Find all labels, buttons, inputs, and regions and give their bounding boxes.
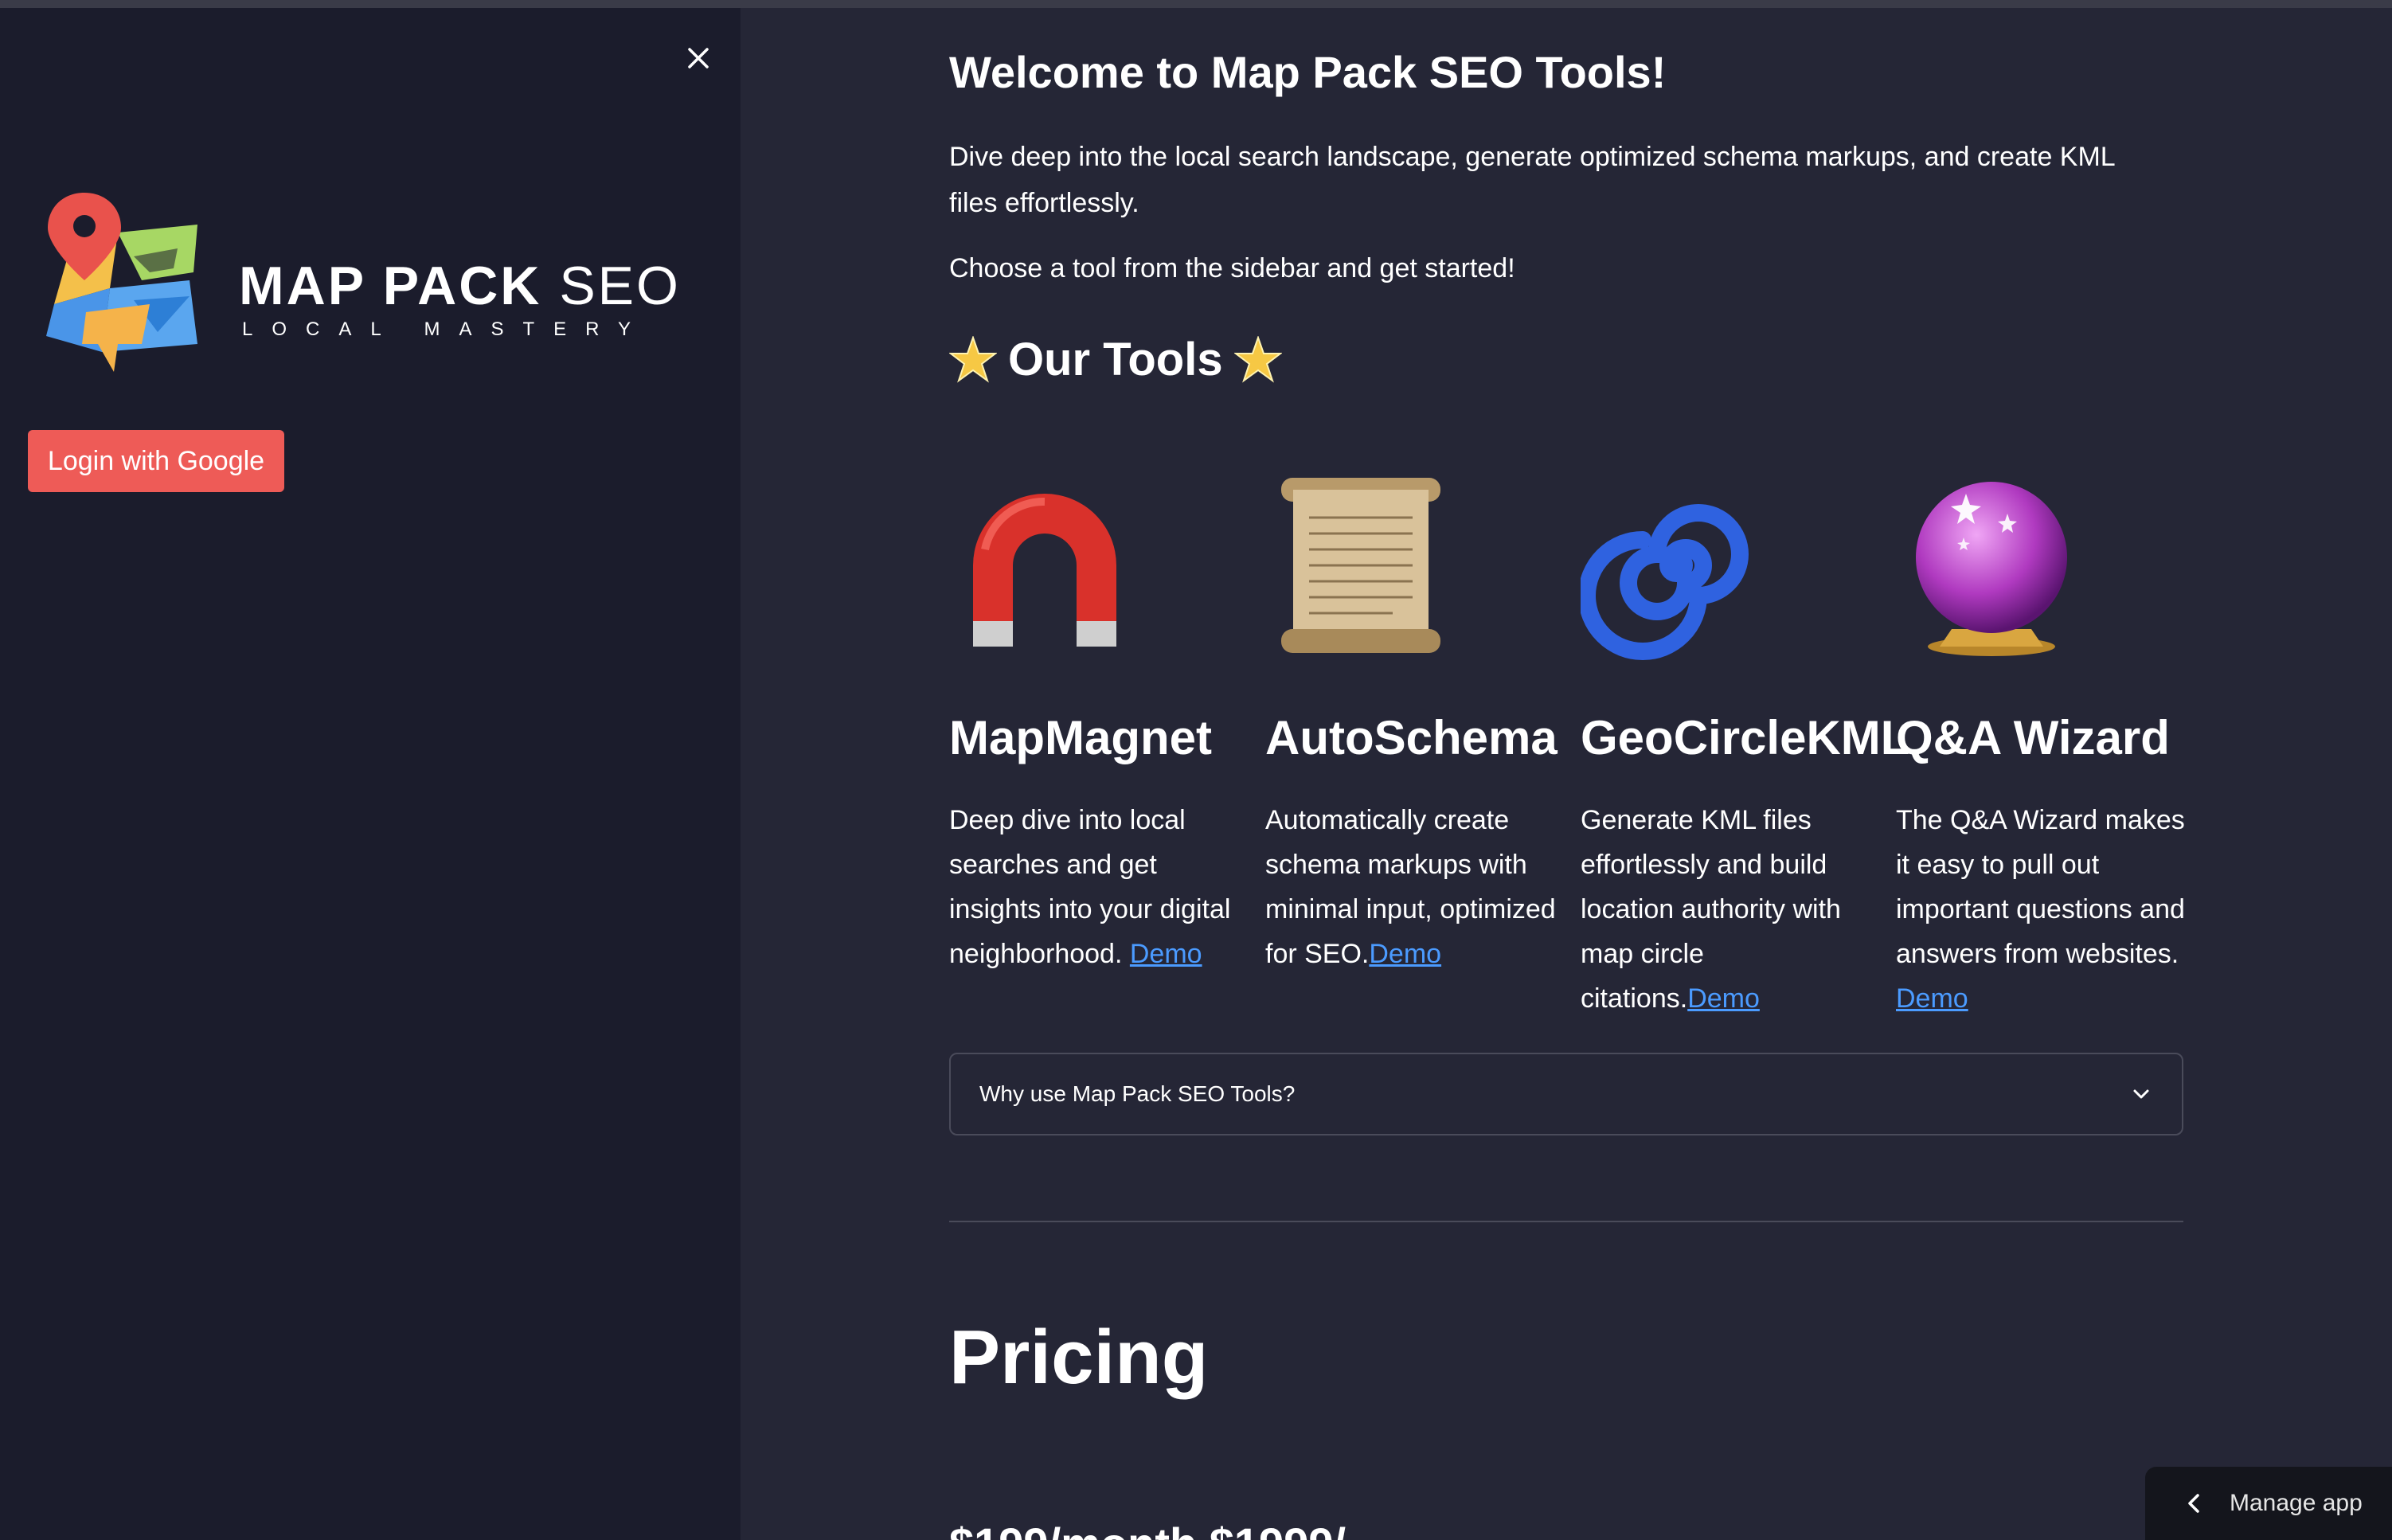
tool-desc-text: Generate KML files effortlessly and buil… xyxy=(1581,805,1841,1014)
pricing-heading: Pricing xyxy=(949,1315,1209,1400)
tool-name: AutoSchema xyxy=(1265,711,1558,764)
magnet-icon xyxy=(973,494,1116,647)
logo-title: MAP PACK SEO xyxy=(239,255,681,317)
demo-link[interactable]: Demo xyxy=(1687,983,1760,1014)
manage-app-label: Manage app xyxy=(2230,1490,2363,1516)
our-tools-label: Our Tools xyxy=(1008,334,1223,385)
tool-name: Q&A Wizard xyxy=(1896,711,2170,764)
chevron-left-icon xyxy=(2188,1494,2199,1513)
sidebar: MAP PACK SEO LOCAL MASTERY Login with Go… xyxy=(0,8,741,1540)
scroll-icon xyxy=(1281,478,1440,653)
tool-description: Deep dive into local searches and get in… xyxy=(949,798,1252,976)
glowing-star-icon xyxy=(1233,335,1282,383)
map-logo-icon xyxy=(46,193,197,372)
close-sidebar-button[interactable] xyxy=(678,38,718,78)
expander-label: Why use Map Pack SEO Tools? xyxy=(979,1081,1296,1106)
why-use-expander[interactable]: Why use Map Pack SEO Tools? xyxy=(949,1053,2183,1135)
tool-description: The Q&A Wizard makes it easy to pull out… xyxy=(1896,798,2199,1021)
demo-link[interactable]: Demo xyxy=(1130,939,1202,969)
tool-name: GeoCircleKML xyxy=(1581,711,1910,764)
choose-tool-text: Choose a tool from the sidebar and get s… xyxy=(949,253,1515,283)
price-text-partial: $199/month $1999/ xyxy=(949,1518,1346,1540)
our-tools-heading: Our Tools xyxy=(949,333,1282,386)
close-icon xyxy=(688,48,709,68)
page-title: Welcome to Map Pack SEO Tools! xyxy=(949,47,1667,97)
tool-desc-text: The Q&A Wizard makes it easy to pull out… xyxy=(1896,805,2185,969)
manage-app-button[interactable]: Manage app xyxy=(2145,1467,2392,1540)
demo-link[interactable]: Demo xyxy=(1896,983,1968,1014)
section-divider xyxy=(949,1221,2183,1222)
glowing-star-icon xyxy=(949,335,997,383)
tool-card-geocirclekml: GeoCircleKML Generate KML files effortle… xyxy=(1578,470,1909,1014)
tool-name: MapMagnet xyxy=(949,711,1212,764)
logo-title-bold: MAP PACK xyxy=(239,256,542,316)
main-content: Welcome to Map Pack SEO Tools! Dive deep… xyxy=(949,0,2185,1540)
chevron-down-icon xyxy=(2133,1089,2149,1099)
intro-text: Dive deep into the local search landscap… xyxy=(949,142,2115,218)
logo-title-light: SEO xyxy=(559,256,681,316)
login-with-google-button[interactable]: Login with Google xyxy=(28,430,284,492)
map-pack-seo-logo: MAP PACK SEO LOCAL MASTERY xyxy=(38,193,691,384)
spiral-icon xyxy=(1578,504,1749,660)
tool-description: Generate KML files effortlessly and buil… xyxy=(1581,798,1883,1021)
logo-tagline: LOCAL MASTERY xyxy=(242,319,651,340)
crystal-ball-icon xyxy=(1916,482,2067,656)
tool-card-autoschema: AutoSchema Automatically create schema m… xyxy=(1265,470,1568,969)
tool-card-qa-wizard: Q&A Wizard The Q&A Wizard makes it easy … xyxy=(1896,470,2199,1014)
tool-description: Automatically create schema markups with… xyxy=(1265,798,1568,976)
demo-link[interactable]: Demo xyxy=(1369,939,1441,969)
tool-card-mapmagnet: MapMagnet Deep dive into local searches … xyxy=(949,470,1252,969)
